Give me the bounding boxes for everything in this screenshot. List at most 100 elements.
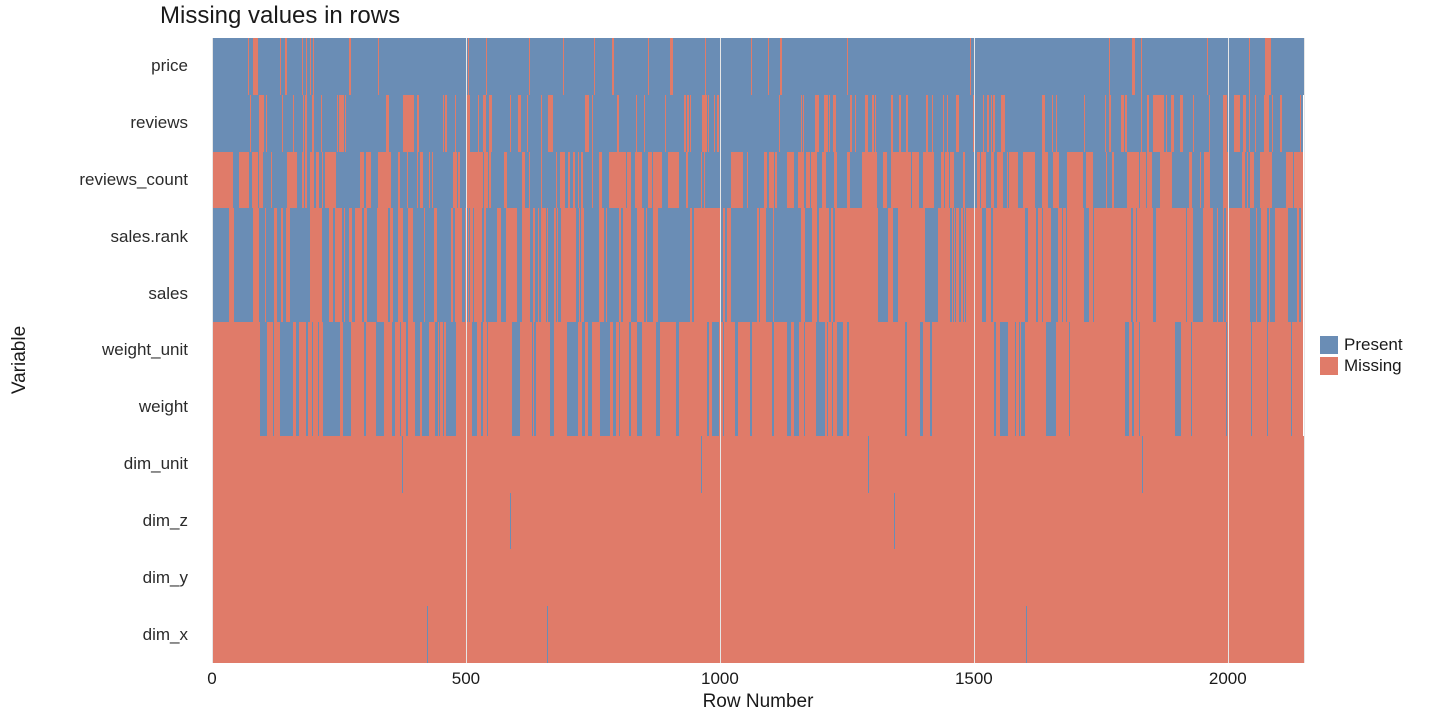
cell-present <box>323 322 333 379</box>
cell-missing <box>923 379 930 436</box>
cell-missing <box>787 436 868 493</box>
cell-missing <box>561 208 576 265</box>
cell-present <box>1035 152 1042 209</box>
cell-present <box>804 95 816 152</box>
cell-present <box>1111 95 1121 152</box>
cell-missing <box>1192 322 1210 379</box>
cell-present <box>470 95 478 152</box>
gridline <box>466 38 467 663</box>
cell-present <box>1142 38 1207 95</box>
cell-missing <box>1067 265 1083 322</box>
cell-present <box>564 38 594 95</box>
cell-missing <box>554 322 567 379</box>
cell-missing <box>1154 95 1164 152</box>
cell-present <box>607 208 620 265</box>
cell-missing <box>932 322 993 379</box>
cell-missing <box>844 265 878 322</box>
cell-missing <box>310 208 322 265</box>
cell-present <box>856 95 865 152</box>
cell-present <box>934 152 941 209</box>
cell-missing <box>474 265 482 322</box>
cell-present <box>433 152 453 209</box>
cell-missing <box>213 379 260 436</box>
cell-missing <box>1053 152 1060 209</box>
cell-missing <box>805 322 816 379</box>
cell-missing <box>1301 265 1303 322</box>
cell-missing <box>891 152 911 209</box>
cell-present <box>530 152 541 209</box>
cell-present <box>1229 152 1240 209</box>
cell-missing <box>506 265 517 322</box>
cell-missing <box>1210 379 1225 436</box>
cell-present <box>437 265 451 322</box>
cell-missing <box>310 265 322 322</box>
cell-present <box>600 379 610 436</box>
cell-present <box>530 38 563 95</box>
cell-missing <box>1094 208 1131 265</box>
cell-present <box>645 95 664 152</box>
cell-present <box>212 95 250 152</box>
cell-missing <box>907 322 920 379</box>
cell-present <box>425 265 435 322</box>
cell-present <box>790 95 801 152</box>
cell-present <box>1005 95 1030 152</box>
cell-present <box>706 38 750 95</box>
cell-missing <box>1292 379 1303 436</box>
cell-missing <box>239 152 248 209</box>
cell-present <box>266 265 274 322</box>
cell-missing <box>456 322 471 379</box>
chart-title: Missing values in rows <box>160 2 400 30</box>
cell-missing <box>1252 379 1267 436</box>
cell-missing <box>653 152 662 209</box>
cell-present <box>1046 379 1056 436</box>
cell-missing <box>898 208 924 265</box>
cell-present <box>584 208 599 265</box>
cell-missing <box>923 322 930 379</box>
cell-present <box>688 152 700 209</box>
cell-present <box>1046 322 1056 379</box>
cell-present <box>272 152 287 209</box>
cell-present <box>766 265 773 322</box>
cell-present <box>600 322 610 379</box>
cell-present <box>595 38 611 95</box>
cell-missing <box>844 208 878 265</box>
cell-present <box>212 38 248 95</box>
cell-present <box>512 379 519 436</box>
cell-present <box>1282 95 1295 152</box>
cell-missing <box>941 265 950 322</box>
cell-missing <box>408 322 415 379</box>
cell-present <box>1114 152 1127 209</box>
cell-present <box>848 38 930 95</box>
cell-present <box>553 95 586 152</box>
cell-missing <box>1127 152 1139 209</box>
x-axis: Row Number 0500100015002000 <box>212 663 1304 713</box>
cell-present <box>234 265 252 322</box>
cell-present <box>787 38 832 95</box>
cell-present <box>878 265 888 322</box>
x-tick-label: 0 <box>207 669 216 689</box>
cell-missing <box>1043 208 1052 265</box>
cell-missing <box>819 208 829 265</box>
cell-missing <box>623 265 630 322</box>
cell-missing <box>642 322 656 379</box>
cell-present <box>593 95 617 152</box>
cell-missing <box>679 379 707 436</box>
cell-missing <box>1027 606 1304 663</box>
y-tick-label: sales <box>0 265 200 322</box>
y-tick-label: reviews_count <box>0 152 200 209</box>
cell-missing <box>1070 322 1125 379</box>
cell-present <box>1183 95 1193 152</box>
cell-missing <box>1260 152 1272 209</box>
cell-present <box>336 152 360 209</box>
cell-present <box>752 38 768 95</box>
cell-missing <box>325 152 336 209</box>
cell-missing <box>932 379 993 436</box>
cell-present <box>259 265 266 322</box>
cell-present <box>379 38 407 95</box>
cell-missing <box>620 379 629 436</box>
cell-present <box>322 265 329 322</box>
cell-present <box>1193 208 1203 265</box>
cell-present <box>542 152 556 209</box>
cell-present <box>343 379 351 436</box>
y-axis: pricereviewsreviews_countsales.ranksales… <box>0 38 200 663</box>
